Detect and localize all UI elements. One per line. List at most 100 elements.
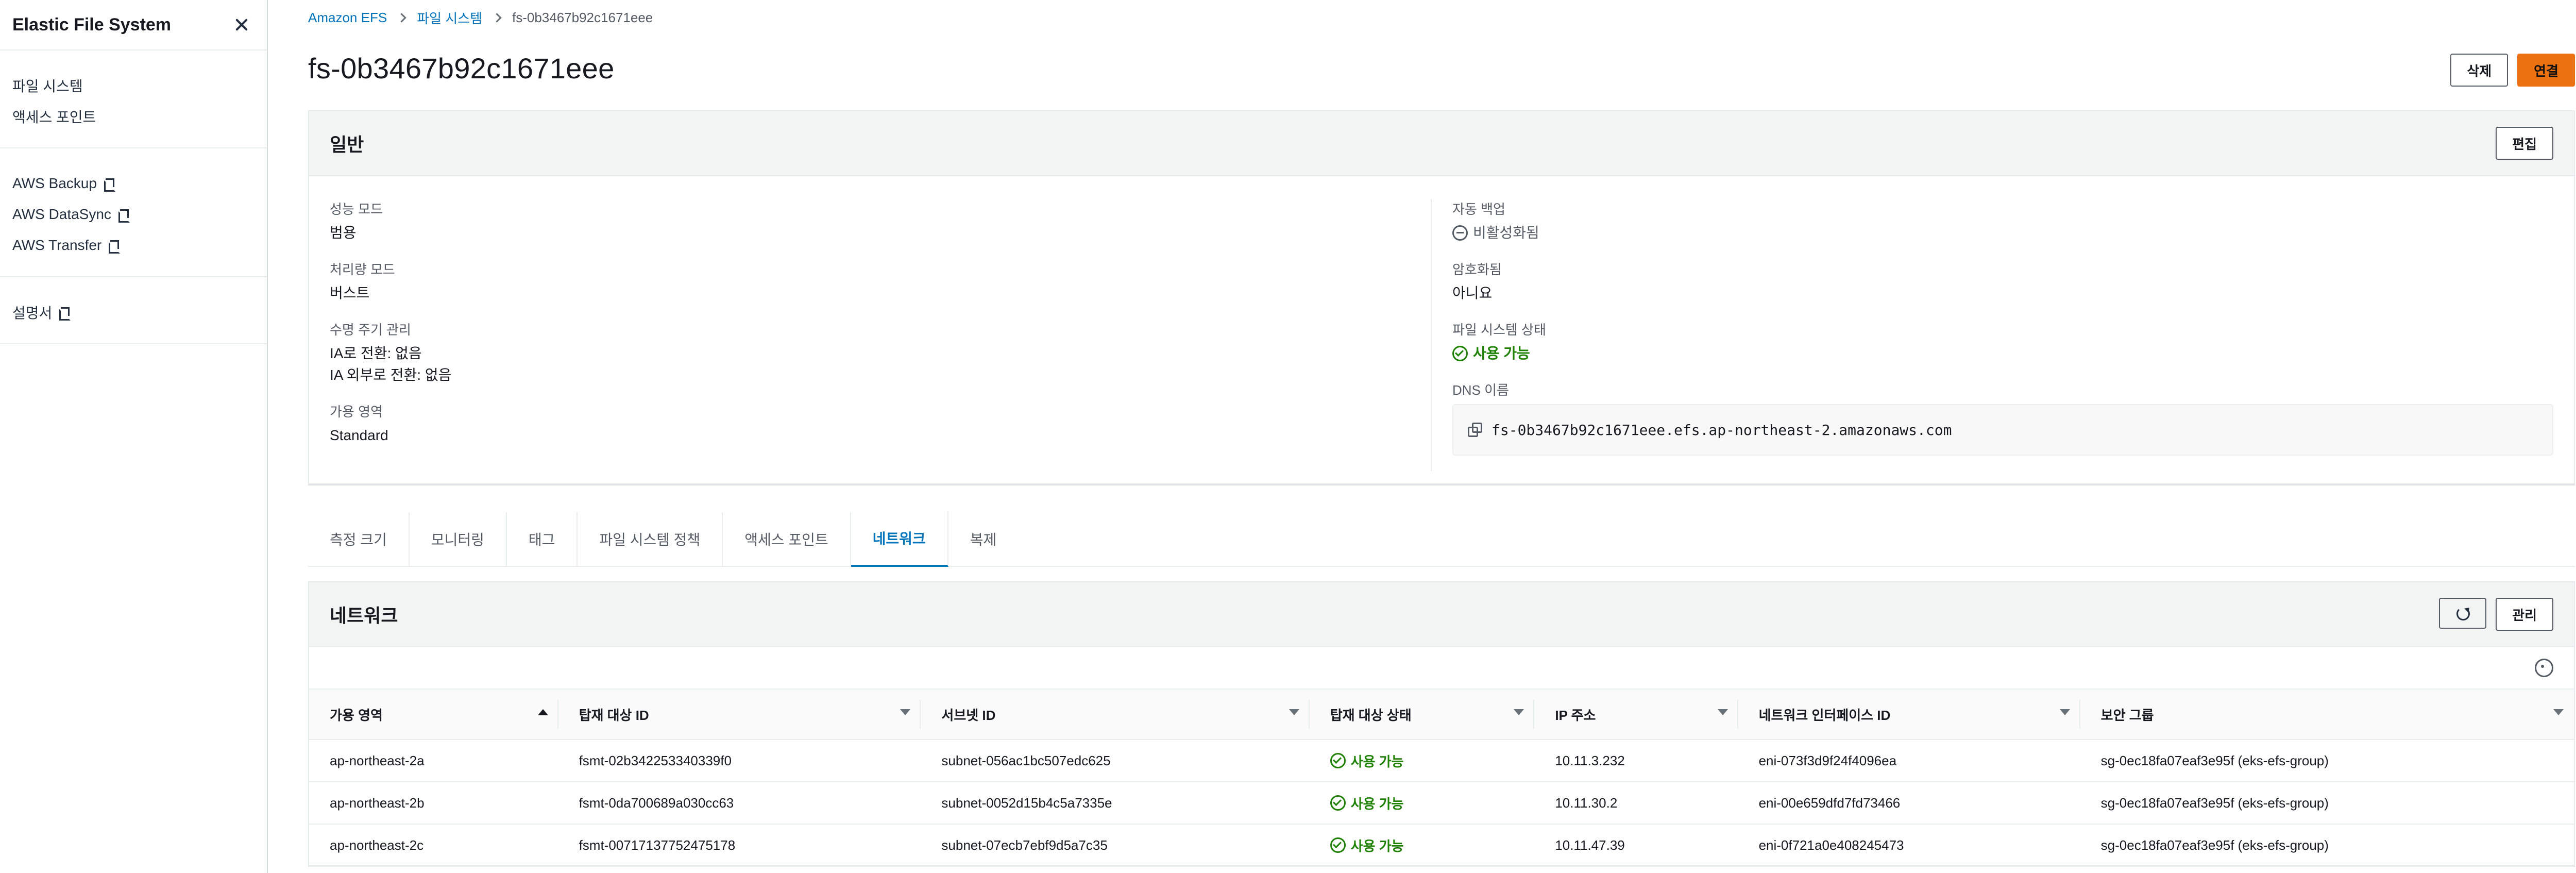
column-header: 가용 영역 [330,707,383,723]
general-content: 성능 모드 범용 처리량 모드 버스트 수명 주기 관리 IA로 전환: 없음 … [309,176,2574,494]
sidebar-item-label: 파일 시스템 [12,78,83,94]
close-icon[interactable] [234,17,249,32]
tab-metered-size[interactable]: 측정 크기 [308,512,410,566]
sidebar-item-label: 액세스 포인트 [12,109,96,125]
tab-access-points[interactable]: 액세스 포인트 [723,512,851,566]
check-circle-icon [1330,795,1346,811]
cell-mount-target-id: fsmt-0da700689a030cc63 [558,782,921,825]
column-header: 서브넷 ID [941,707,996,723]
gear-icon[interactable] [2535,659,2553,677]
tab-monitoring[interactable]: 모니터링 [410,512,507,566]
page-actions: 삭제 연결 [2450,54,2575,87]
table-row: ap-northeast-2c fsmt-00717137752475178 s… [309,824,2574,867]
cell-state: 사용 가능 [1309,824,1535,867]
manage-button[interactable]: 관리 [2496,598,2553,631]
refresh-icon [2455,606,2470,620]
kv-label: 자동 백업 [1452,202,1505,217]
sidebar-item-file-systems[interactable]: 파일 시스템 [12,70,255,101]
tab-tags[interactable]: 태그 [507,512,578,566]
column-header: 보안 그룹 [2100,707,2154,723]
breadcrumb: Amazon EFS 파일 시스템 fs-0b3467b92c1671eee [308,8,653,27]
kv-fs-state: 파일 시스템 상태 사용 가능 [1452,320,2553,364]
sidebar-section-docs: 설명서 [0,277,267,344]
col-security-groups[interactable]: 보안 그룹 [2080,689,2574,740]
status-text: 사용 가능 [1350,838,1404,854]
panel-title: 네트워크 [330,605,398,626]
sort-icon [1514,709,1524,715]
refresh-button[interactable] [2439,598,2487,629]
status-text: 사용 가능 [1350,796,1404,812]
status-available: 사용 가능 [1330,836,1514,855]
kv-throughput-mode: 처리량 모드 버스트 [330,259,1431,304]
kv-label: 수명 주기 관리 [330,322,411,338]
col-ip-address[interactable]: IP 주소 [1534,689,1738,740]
sidebar-item-aws-transfer[interactable]: AWS Transfer [12,230,255,261]
table-header-row: 가용 영역 탑재 대상 ID 서브넷 ID 탑재 대상 상태 IP 주소 네트워… [309,689,2574,740]
kv-performance-mode: 성능 모드 범용 [330,199,1431,244]
sidebar-item-access-points[interactable]: 액세스 포인트 [12,101,255,132]
cell-availability-zone: ap-northeast-2a [309,740,558,782]
table-row: ap-northeast-2a fsmt-02b342253340339f0 s… [309,740,2574,782]
kv-value-line: IA로 전환: 없음 [330,345,422,361]
cell-subnet-id: subnet-0052d15b4c5a7335e [921,782,1310,825]
col-availability-zone[interactable]: 가용 영역 [309,689,558,740]
sidebar-header: Elastic File System [0,0,267,51]
col-subnet-id[interactable]: 서브넷 ID [921,689,1310,740]
cell-eni-id: eni-00e659dfd7fd73466 [1738,782,2080,825]
sidebar-item-aws-backup[interactable]: AWS Backup [12,168,255,199]
kv-label: 가용 영역 [330,404,383,419]
network-actions: 관리 [2439,598,2553,631]
cell-security-group: sg-0ec18fa07eaf3e95f (eks-efs-group) [2080,824,2574,867]
tab-network[interactable]: 네트워크 [851,511,948,567]
sort-ascending-icon [537,709,548,715]
breadcrumb-link-efs[interactable]: Amazon EFS [308,10,387,26]
sidebar-item-aws-datasync[interactable]: AWS DataSync [12,199,255,230]
external-link-icon [117,208,130,223]
tab-fs-policy[interactable]: 파일 시스템 정책 [578,512,723,566]
cell-availability-zone: ap-northeast-2c [309,824,558,867]
kv-label: DNS 이름 [1452,382,1509,398]
kv-label: 암호화됨 [1452,262,1502,277]
table-row: ap-northeast-2b fsmt-0da700689a030cc63 s… [309,782,2574,825]
kv-lifecycle: 수명 주기 관리 IA로 전환: 없음 IA 외부로 전환: 없음 [330,320,1431,386]
cell-ip-address: 10.11.30.2 [1534,782,1738,825]
delete-button[interactable]: 삭제 [2450,54,2509,87]
tab-replication[interactable]: 복제 [948,512,1019,566]
minus-circle-icon [1452,225,1468,241]
chevron-right-icon [397,13,406,23]
external-link-icon [108,239,121,254]
sidebar-item-label: 설명서 [12,305,53,321]
dns-name-box: fs-0b3467b92c1671eee.efs.ap-northeast-2.… [1452,404,2553,456]
sidebar-title: Elastic File System [12,14,172,35]
col-mount-target-id[interactable]: 탑재 대상 ID [558,689,921,740]
edit-button[interactable]: 편집 [2496,127,2553,160]
general-left-column: 성능 모드 범용 처리량 모드 버스트 수명 주기 관리 IA로 전환: 없음 … [330,199,1431,471]
kv-availability-zone: 가용 영역 Standard [330,401,1431,446]
general-panel: 일반 편집 성능 모드 범용 처리량 모드 버스트 수명 주기 관리 IA로 전… [308,110,2575,484]
kv-value: 버스트 [330,285,370,301]
status-available: 사용 가능 [1452,343,2553,364]
cell-eni-id: eni-073f3d9f24f4096ea [1738,740,2080,782]
external-link-icon [58,306,71,321]
cell-subnet-id: subnet-07ecb7ebf9d5a7c35 [921,824,1310,867]
kv-value: 범용 [330,225,357,241]
column-header: 네트워크 인터페이스 ID [1758,707,1891,723]
kv-value: 비활성화됨 [1473,225,1539,241]
network-header: 네트워크 관리 [309,582,2574,647]
sort-icon [2059,709,2070,715]
breadcrumb-link-filesystems[interactable]: 파일 시스템 [417,8,482,27]
col-mount-target-state[interactable]: 탑재 대상 상태 [1309,689,1535,740]
main-content: Amazon EFS 파일 시스템 fs-0b3467b92c1671eee f… [268,0,2576,873]
copy-icon[interactable] [1468,423,1482,437]
cell-security-group: sg-0ec18fa07eaf3e95f (eks-efs-group) [2080,782,2574,825]
sort-icon [1717,709,1728,715]
cell-subnet-id: subnet-056ac1bc507edc625 [921,740,1310,782]
cell-eni-id: eni-0f721a0e408245473 [1738,824,2080,867]
sidebar-item-docs[interactable]: 설명서 [12,297,255,328]
connect-button[interactable]: 연결 [2517,54,2575,87]
cell-state: 사용 가능 [1309,782,1535,825]
sidebar-item-label: AWS Transfer [12,237,102,253]
page-title: fs-0b3467b92c1671eee [308,52,615,85]
col-network-interface-id[interactable]: 네트워크 인터페이스 ID [1738,689,2080,740]
kv-encrypted: 암호화됨 아니요 [1452,259,2553,304]
